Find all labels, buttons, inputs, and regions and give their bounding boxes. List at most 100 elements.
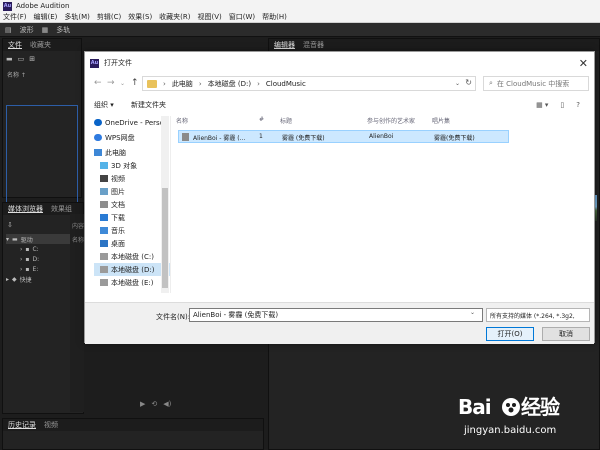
refresh-icon[interactable]: ↻ bbox=[465, 78, 472, 87]
close-icon[interactable]: ✕ bbox=[579, 57, 588, 70]
help-icon[interactable]: ? bbox=[576, 101, 580, 109]
menu-view[interactable]: 视图(V) bbox=[198, 12, 222, 22]
nav-drive-e[interactable]: 本地磁盘 (E:) bbox=[94, 276, 170, 289]
audition-logo-icon: Au bbox=[90, 58, 99, 68]
col-number[interactable]: # bbox=[259, 116, 264, 123]
multitrack-button[interactable]: 多轨 bbox=[54, 25, 72, 35]
filename-input[interactable]: AlienBoi - 雾霾 (免费下载) bbox=[189, 308, 483, 322]
nav-videos[interactable]: 视频 bbox=[94, 172, 170, 185]
tree-drive-d[interactable]: › ▪ D: bbox=[6, 254, 74, 264]
tab-history[interactable]: 历史记录 bbox=[8, 420, 36, 430]
preview-pane-icon[interactable]: ▯ bbox=[560, 101, 564, 109]
document-icon bbox=[100, 201, 108, 208]
menu-help[interactable]: 帮助(H) bbox=[262, 12, 287, 22]
nav-drive-c[interactable]: 本地磁盘 (C:) bbox=[94, 250, 170, 263]
nav-drive-d[interactable]: 本地磁盘 (D:) bbox=[94, 263, 170, 276]
navigation-pane: OneDrive - Perso WPS网盘 此电脑 3D 对象 视频 图片 文… bbox=[94, 116, 171, 293]
menu-clip[interactable]: 剪辑(C) bbox=[97, 12, 121, 22]
dialog-titlebar: Au 打开文件 ✕ bbox=[85, 52, 594, 74]
col-title[interactable]: 标题 bbox=[280, 116, 292, 125]
volume-icon[interactable]: ◀) bbox=[163, 400, 171, 412]
nav-music[interactable]: 音乐 bbox=[94, 224, 170, 237]
menu-file[interactable]: 文件(F) bbox=[3, 12, 27, 22]
nav-3d-objects[interactable]: 3D 对象 bbox=[94, 159, 170, 172]
history-panel: 历史记录 视频 bbox=[2, 418, 264, 450]
music-icon bbox=[100, 227, 108, 234]
nav-documents[interactable]: 文档 bbox=[94, 198, 170, 211]
menu-window[interactable]: 窗口(W) bbox=[229, 12, 255, 22]
breadcrumb-cloudmusic[interactable]: CloudMusic bbox=[266, 80, 306, 88]
tab-favorites[interactable]: 收藏夹 bbox=[30, 40, 51, 50]
menu-multitrack[interactable]: 多轨(M) bbox=[64, 12, 90, 22]
waveform-icon: ▤ bbox=[5, 25, 12, 34]
menu-edit[interactable]: 编辑(E) bbox=[34, 12, 58, 22]
nav-scrollbar-thumb[interactable] bbox=[162, 188, 168, 288]
cube-icon bbox=[100, 162, 108, 169]
forward-icon[interactable]: → bbox=[107, 78, 115, 88]
tab-media-browser[interactable]: 媒体浏览器 bbox=[8, 204, 43, 214]
nav-onedrive[interactable]: OneDrive - Perso bbox=[94, 116, 170, 129]
nav-this-pc[interactable]: 此电脑 bbox=[94, 146, 170, 159]
tree-drive-e[interactable]: › ▪ E: bbox=[6, 264, 74, 274]
col-artist[interactable]: 参与创作的艺术家 bbox=[367, 116, 415, 125]
tab-editor[interactable]: 编辑器 bbox=[274, 40, 295, 50]
new-file-icon[interactable]: ⊞ bbox=[29, 55, 35, 63]
nav-pictures[interactable]: 图片 bbox=[94, 185, 170, 198]
column-headers: 名称 # 标题 参与创作的艺术家 唱片集 bbox=[174, 113, 595, 127]
tab-effects-rack[interactable]: 效果组 bbox=[51, 204, 72, 214]
command-bar: 组织 ▾ 新建文件夹 ▦ ▾ ▯ ? bbox=[85, 97, 594, 112]
tree-drive-c[interactable]: › ▪ C: bbox=[6, 244, 74, 254]
address-bar[interactable]: › 此电脑 › 本地磁盘 (D:) › CloudMusic ⌄ ↻ bbox=[142, 76, 476, 91]
files-name-column[interactable]: 名称 ↑ bbox=[7, 70, 26, 79]
chevron-down-icon[interactable]: ⌄ bbox=[455, 80, 460, 87]
open-button[interactable]: 打开(O) bbox=[486, 327, 534, 341]
cancel-button[interactable]: 取消 bbox=[542, 327, 590, 341]
tab-files[interactable]: 文件 bbox=[8, 40, 22, 50]
media-download-icon[interactable]: ⇩ bbox=[7, 221, 13, 229]
name-column[interactable]: 名称 bbox=[72, 234, 84, 248]
breadcrumb-drive-d[interactable]: 本地磁盘 (D:) bbox=[208, 79, 251, 89]
up-icon[interactable]: ↑ bbox=[131, 78, 139, 88]
file-type-select[interactable]: 所有支持的媒体 (*.264, *.3g2, bbox=[486, 308, 590, 322]
search-placeholder: 在 CloudMusic 中搜索 bbox=[496, 79, 570, 88]
import-icon[interactable]: ▭ bbox=[18, 55, 25, 63]
file-artist: AlienBoi bbox=[369, 133, 394, 140]
col-album[interactable]: 唱片集 bbox=[432, 116, 450, 125]
drive-icon: ▪ bbox=[25, 265, 30, 273]
nav-scrollbar[interactable] bbox=[161, 116, 169, 293]
breadcrumb-this-pc[interactable]: 此电脑 bbox=[172, 79, 193, 89]
view-options-icon[interactable]: ▦ ▾ bbox=[536, 101, 548, 109]
drive-icon bbox=[100, 266, 108, 273]
search-input[interactable]: ⌕ 在 CloudMusic 中搜索 bbox=[483, 76, 589, 91]
menu-effects[interactable]: 效果(S) bbox=[128, 12, 152, 22]
nav-desktop[interactable]: 桌面 bbox=[94, 237, 170, 250]
nav-wps[interactable]: WPS网盘 bbox=[94, 131, 170, 144]
audition-logo-icon: Au bbox=[3, 1, 12, 11]
dialog-title: 打开文件 bbox=[104, 59, 132, 67]
main-toolbar: ▤ 波形 ▦ 多轨 bbox=[0, 23, 600, 37]
chevron-down-icon[interactable]: ⌄ bbox=[470, 309, 475, 316]
drive-icon bbox=[100, 279, 108, 286]
col-name[interactable]: 名称 bbox=[176, 116, 188, 125]
organize-button[interactable]: 组织 ▾ bbox=[94, 100, 114, 110]
play-icon[interactable]: ▶ bbox=[140, 400, 145, 412]
new-folder-button[interactable]: 新建文件夹 bbox=[131, 100, 166, 110]
tab-video[interactable]: 视频 bbox=[44, 420, 58, 430]
menu-favorites[interactable]: 收藏夹(R) bbox=[159, 12, 190, 22]
baidu-jingyan-logo: Bai 经验 bbox=[458, 392, 588, 427]
drive-icon: ▪ bbox=[25, 245, 30, 253]
desktop-icon bbox=[100, 240, 108, 247]
audio-file-icon bbox=[182, 133, 189, 141]
folder-icon bbox=[147, 79, 157, 88]
nav-downloads[interactable]: 下载 bbox=[94, 211, 170, 224]
tree-shortcuts[interactable]: ▸ ◆ 快捷 bbox=[6, 274, 74, 284]
back-icon[interactable]: ← bbox=[94, 78, 102, 88]
recent-dropdown-icon[interactable]: ⌄ bbox=[120, 80, 125, 87]
tab-mixer[interactable]: 混音器 bbox=[303, 40, 324, 50]
app-title: Adobe Audition bbox=[16, 2, 70, 10]
open-folder-icon[interactable]: ▬ bbox=[6, 55, 13, 63]
loop-icon[interactable]: ⟲ bbox=[151, 400, 157, 412]
file-row[interactable]: AlienBoi - 雾霾 (... 1 雾霾 (免费下载) AlienBoi … bbox=[178, 130, 509, 143]
tree-drives[interactable]: ▾ ▬ 驱动 bbox=[6, 234, 74, 244]
waveform-button[interactable]: 波形 bbox=[18, 25, 36, 35]
